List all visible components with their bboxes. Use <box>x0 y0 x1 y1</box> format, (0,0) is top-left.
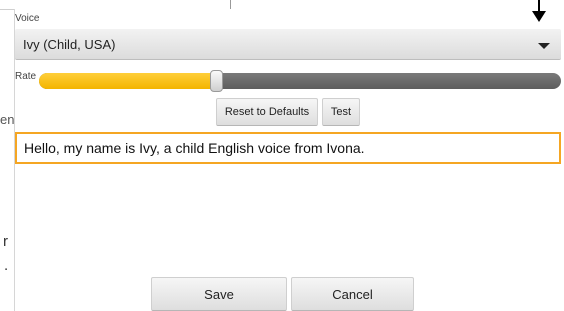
background-text-fragment: . <box>4 257 9 274</box>
test-label: Test <box>330 106 352 118</box>
rate-label: Rate <box>15 71 37 82</box>
save-label: Save <box>204 287 234 302</box>
cancel-label: Cancel <box>332 287 373 302</box>
speech-text-input[interactable] <box>15 132 561 164</box>
background-divider-vertical <box>230 0 231 9</box>
background-text-fragment: r <box>3 233 8 250</box>
chevron-down-icon <box>538 43 550 49</box>
save-button[interactable]: Save <box>151 277 287 311</box>
arrow-down-icon <box>532 0 546 22</box>
rate-slider-thumb[interactable] <box>210 70 224 92</box>
cancel-button[interactable]: Cancel <box>291 277 414 311</box>
rate-slider-fill <box>39 73 217 89</box>
voice-selected-value: Ivy (Child, USA) <box>23 37 116 52</box>
voice-label: Voice <box>15 13 40 24</box>
voice-select[interactable]: Ivy (Child, USA) <box>15 29 561 60</box>
reset-to-defaults-label: Reset to Defaults <box>224 106 310 118</box>
voice-settings-dialog: Voice Ivy (Child, USA) Rate Reset to Def… <box>14 0 564 311</box>
screen: en r . Voice Ivy (Child, USA) Rate Reset… <box>0 0 564 311</box>
background-text-fragment: en <box>0 112 15 127</box>
test-button[interactable]: Test <box>322 98 360 126</box>
reset-to-defaults-button[interactable]: Reset to Defaults <box>216 98 318 126</box>
rate-slider[interactable] <box>39 70 561 92</box>
